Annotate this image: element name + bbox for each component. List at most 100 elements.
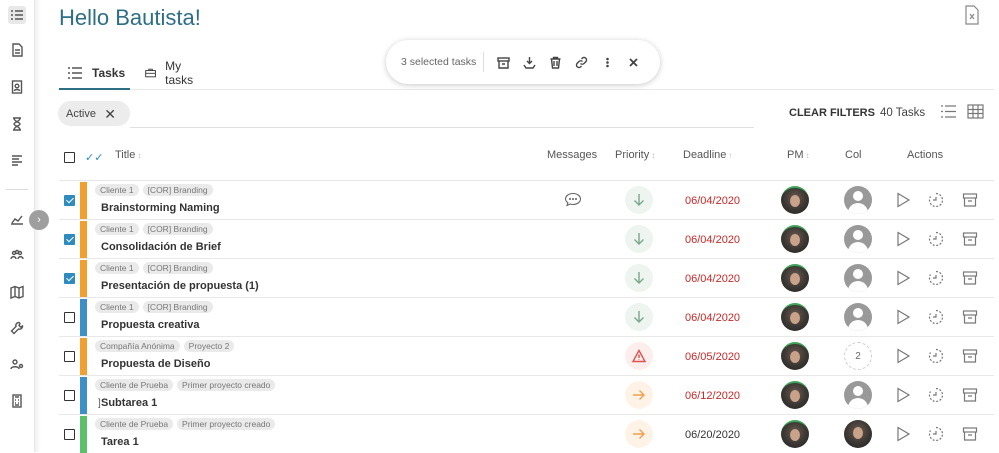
deadline[interactable]: 06/04/2020 xyxy=(685,312,740,324)
play-icon[interactable] xyxy=(895,270,913,288)
tag[interactable]: Proyecto 2 xyxy=(183,340,235,352)
delete-icon[interactable] xyxy=(547,54,563,70)
deadline[interactable]: 06/12/2020 xyxy=(685,390,740,402)
list-view-icon[interactable] xyxy=(940,104,958,120)
row-checkbox[interactable] xyxy=(64,351,75,362)
hourglass-icon[interactable] xyxy=(8,115,26,133)
map-icon[interactable] xyxy=(8,283,26,301)
remove-filter-icon[interactable]: ✕ xyxy=(104,106,116,123)
users-settings-icon[interactable] xyxy=(8,356,26,374)
archive-icon[interactable] xyxy=(962,309,980,327)
timer-icon[interactable] xyxy=(928,348,946,366)
table-row[interactable]: Cliente 1 [COR] Branding Presentación de p… xyxy=(59,258,994,297)
task-name[interactable]: Propuesta de Diseño xyxy=(101,358,210,370)
timer-icon[interactable] xyxy=(928,270,946,288)
tag[interactable]: Cliente de Prueba xyxy=(95,379,174,391)
pm-avatar[interactable] xyxy=(781,225,809,253)
deadline[interactable]: 06/04/2020 xyxy=(685,195,740,207)
task-list-icon[interactable] xyxy=(8,6,26,24)
row-checkbox[interactable] xyxy=(64,234,75,245)
tag[interactable]: Cliente 1 xyxy=(95,262,139,274)
play-icon[interactable] xyxy=(895,309,913,327)
task-name[interactable]: Propuesta creativa xyxy=(101,319,199,331)
row-checkbox[interactable] xyxy=(64,312,75,323)
priority-low-icon[interactable] xyxy=(625,186,653,214)
tag[interactable]: Cliente 1 xyxy=(95,223,139,235)
play-icon[interactable] xyxy=(895,348,913,366)
play-icon[interactable] xyxy=(895,387,913,405)
play-icon[interactable] xyxy=(895,192,913,210)
tag[interactable]: Cliente de Prueba xyxy=(95,418,174,430)
column-deadline[interactable]: Deadline ↑ xyxy=(683,149,732,161)
priority-low-icon[interactable] xyxy=(625,303,653,331)
table-row[interactable]: Compañía Anónima Proyecto 2 Propuesta de D… xyxy=(59,336,994,375)
select-all-checkbox[interactable] xyxy=(64,152,75,163)
team-icon[interactable] xyxy=(8,246,26,264)
column-title[interactable]: Title ↕ xyxy=(115,149,141,161)
text-align-icon[interactable] xyxy=(8,151,26,169)
double-check-icon[interactable]: ✓✓ xyxy=(85,151,103,164)
deadline[interactable]: 06/04/2020 xyxy=(685,234,740,246)
tag[interactable]: [COR] Branding xyxy=(142,262,213,274)
tag[interactable]: Primer proyecto creado xyxy=(177,379,276,391)
collaborators-count[interactable]: 2 xyxy=(844,342,872,370)
link-icon[interactable] xyxy=(573,54,589,70)
table-row[interactable]: Cliente de Prueba Primer proyecto creado T… xyxy=(59,414,994,453)
pm-avatar[interactable] xyxy=(781,186,809,214)
filter-chip-active[interactable]: Active ✕ xyxy=(58,101,130,126)
priority-high-icon[interactable] xyxy=(625,342,653,370)
close-icon[interactable] xyxy=(625,54,641,70)
collaborator-avatar[interactable] xyxy=(844,420,872,448)
task-name[interactable]: Presentación de propuesta (1) xyxy=(101,280,259,292)
pm-avatar[interactable] xyxy=(781,264,809,292)
table-row[interactable]: Cliente de Prueba Primer proyecto creado]… xyxy=(59,375,994,414)
collaborator-placeholder-avatar[interactable] xyxy=(844,186,872,214)
message-icon[interactable] xyxy=(564,192,584,208)
chart-icon[interactable] xyxy=(8,210,26,228)
sidebar-expand-button[interactable]: › xyxy=(29,210,49,230)
archive-icon[interactable] xyxy=(962,231,980,249)
priority-med-icon[interactable] xyxy=(625,420,653,448)
deadline[interactable]: 06/04/2020 xyxy=(685,273,740,285)
archive-icon[interactable] xyxy=(962,270,980,288)
timer-icon[interactable] xyxy=(928,192,946,210)
archive-icon[interactable] xyxy=(962,348,980,366)
tag[interactable]: Compañía Anónima xyxy=(95,340,180,352)
deadline[interactable]: 06/20/2020 xyxy=(685,429,740,441)
tag[interactable]: [COR] Branding xyxy=(142,184,213,196)
tab-my-tasks[interactable]: My tasks xyxy=(145,58,198,88)
play-icon[interactable] xyxy=(895,426,913,444)
play-icon[interactable] xyxy=(895,231,913,249)
excel-export-icon[interactable] xyxy=(964,5,984,27)
contact-card-icon[interactable] xyxy=(8,78,26,96)
collaborator-placeholder-avatar[interactable] xyxy=(844,264,872,292)
table-row[interactable]: Cliente 1 [COR] Branding Propuesta creativ… xyxy=(59,297,994,336)
priority-med-icon[interactable] xyxy=(625,381,653,409)
task-name[interactable]: Subtarea 1 xyxy=(101,397,157,409)
tag[interactable]: [COR] Branding xyxy=(142,301,213,313)
archive-icon[interactable] xyxy=(495,54,511,70)
row-checkbox[interactable] xyxy=(64,390,75,401)
timer-icon[interactable] xyxy=(928,231,946,249)
pm-avatar[interactable] xyxy=(781,342,809,370)
pm-avatar[interactable] xyxy=(781,303,809,331)
column-priority[interactable]: Priority ↕ xyxy=(615,149,655,161)
column-pm[interactable]: PM ↕ xyxy=(787,149,810,161)
task-name[interactable]: Consolidación de Brief xyxy=(101,241,221,253)
more-icon[interactable] xyxy=(599,54,615,70)
pm-avatar[interactable] xyxy=(781,381,809,409)
calculator-icon[interactable] xyxy=(8,392,26,410)
task-name[interactable]: Brainstorming Naming xyxy=(101,202,220,214)
task-name[interactable]: Tarea 1 xyxy=(101,436,139,448)
priority-icon[interactable] xyxy=(521,54,537,70)
deadline[interactable]: 06/05/2020 xyxy=(685,351,740,363)
row-checkbox[interactable] xyxy=(64,429,75,440)
wrench-icon[interactable] xyxy=(8,319,26,337)
row-checkbox[interactable] xyxy=(64,195,75,206)
grid-view-icon[interactable] xyxy=(967,104,985,120)
pm-avatar[interactable] xyxy=(781,420,809,448)
timer-icon[interactable] xyxy=(928,387,946,405)
timer-icon[interactable] xyxy=(928,426,946,444)
timer-icon[interactable] xyxy=(928,309,946,327)
archive-icon[interactable] xyxy=(962,192,980,210)
